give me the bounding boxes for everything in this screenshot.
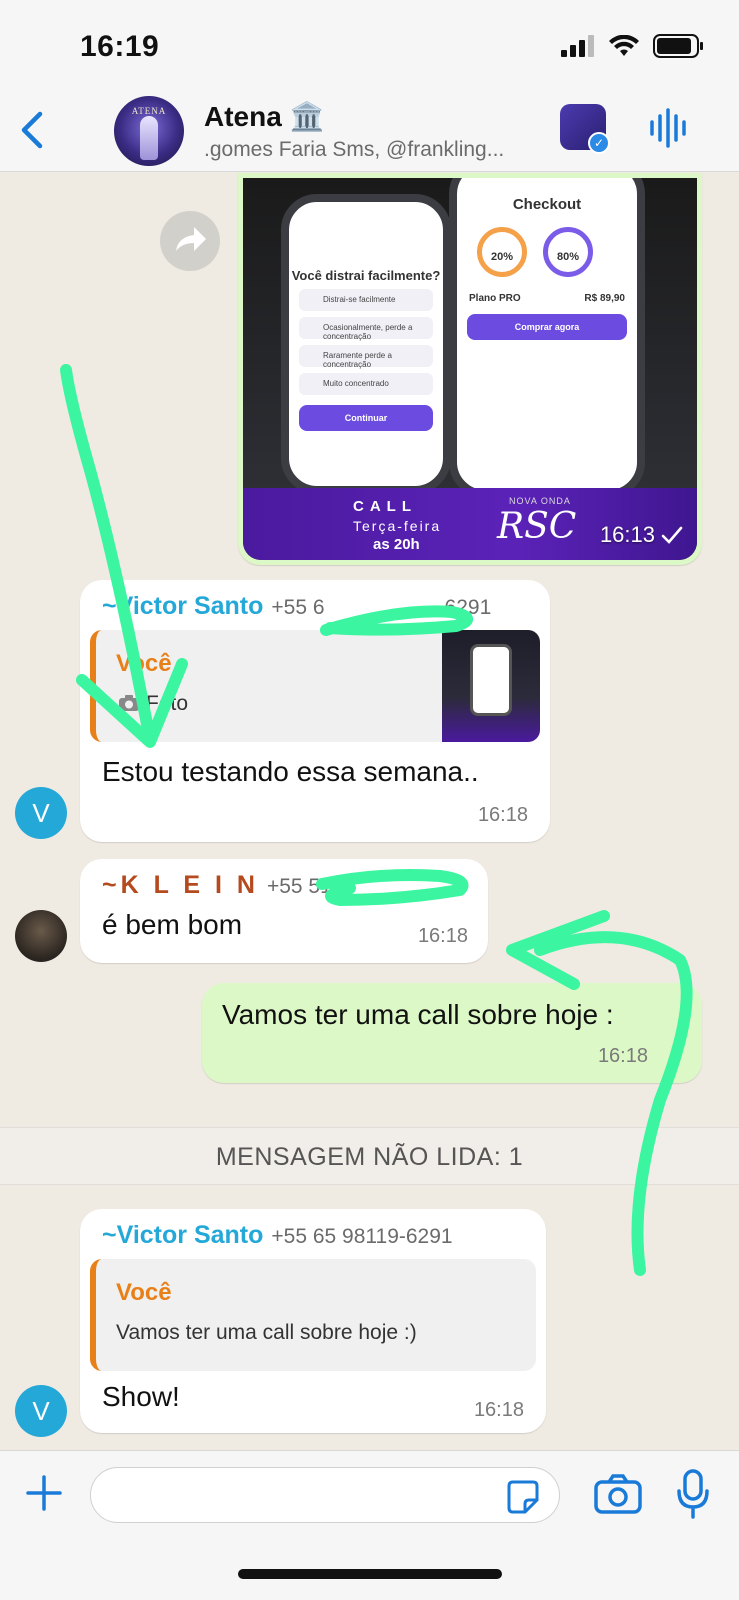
quiz-option: Muito concentrado	[299, 373, 433, 395]
community-app-icon[interactable]: ✓	[560, 104, 610, 154]
quiz-option: Distrai-se facilmente	[299, 289, 433, 311]
back-chevron-icon[interactable]	[14, 108, 54, 152]
chat-title[interactable]: Atena 🏛️	[204, 100, 324, 133]
message-victor-1[interactable]: ~Victor Santo +55 6 6291 Você Foto Estou t…	[80, 580, 550, 842]
message-text: Estou testando essa semana..	[102, 756, 479, 787]
status-icons	[561, 34, 705, 58]
avatar-victor[interactable]: V	[15, 1385, 67, 1437]
avatar-victor[interactable]: V	[15, 787, 67, 839]
banner-nova-onda: NOVA ONDA	[509, 496, 571, 506]
message-time: 16:18	[473, 1399, 524, 1421]
plan-price: R$ 89,90	[584, 293, 625, 304]
verified-check-icon: ✓	[588, 132, 610, 154]
checkout-title: Checkout	[512, 196, 582, 213]
sticker-icon[interactable]	[505, 1480, 541, 1514]
status-bar: 16:19	[0, 0, 739, 92]
message-text: Show!	[102, 1381, 180, 1412]
chat-header: ATENA Atena 🏛️ .gomes Faria Sms, @frankl…	[0, 92, 739, 172]
forward-arrow-icon	[176, 227, 206, 251]
thumbnail-phone	[470, 644, 512, 716]
home-indicator	[238, 1569, 502, 1579]
phone-mockup-left: Você distrai facilmente? Distrai-se faci…	[281, 194, 451, 494]
sender-phone-end: 6291	[444, 596, 492, 619]
quoted-message[interactable]: Você Foto	[90, 630, 540, 742]
quote-thumbnail[interactable]	[442, 630, 540, 742]
forward-button[interactable]	[160, 211, 220, 271]
banner-call: CALL	[353, 498, 417, 515]
message-time: 16:18	[597, 1045, 648, 1067]
sender-row: ~K L E I N +55 51	[102, 871, 332, 900]
quiz-option: Raramente perde a concentração	[299, 345, 433, 369]
message-victor-2[interactable]: ~Victor Santo +55 65 98119-6291 Você Vamo…	[80, 1209, 546, 1433]
quote-text: Foto	[146, 692, 189, 715]
group-avatar-text: ATENA	[131, 106, 167, 116]
quote-text: Vamos ter uma call sobre hoje :)	[116, 1321, 417, 1344]
quiz-title: Você distrai facilmente?	[291, 268, 441, 283]
banner-rsc-logo: RSC	[497, 506, 577, 547]
quiz-option: Ocasionalmente, perde a concentração	[299, 317, 433, 341]
message-text: é bem bom	[102, 909, 243, 940]
chat-area[interactable]: Você distrai facilmente? Distrai-se faci…	[0, 173, 739, 1450]
image-time: 16:13	[599, 522, 655, 547]
camera-small-icon	[119, 695, 139, 711]
status-time: 16:19	[80, 30, 160, 63]
message-input[interactable]	[90, 1467, 560, 1523]
sender-row: ~Victor Santo +55 6 6291	[102, 592, 491, 621]
microphone-icon[interactable]	[676, 1469, 710, 1519]
statue-shape	[140, 116, 158, 160]
message-time: 16:18	[477, 804, 528, 826]
signal-icon	[561, 35, 594, 57]
camera-icon[interactable]	[594, 1473, 642, 1515]
sender-phone: +55 51	[266, 875, 332, 898]
message-time: 16:18	[417, 925, 468, 947]
sender-phone: +55 6	[271, 596, 325, 619]
ring-20: 20%	[477, 227, 527, 277]
sender-name[interactable]: ~K L E I N	[102, 871, 259, 899]
banner-hour: as 20h	[373, 536, 420, 553]
continue-button-mockup: Continuar	[299, 405, 433, 431]
unread-divider: MENSAGEM NÃO LIDA: 1	[0, 1127, 739, 1185]
quote-author: Você	[116, 650, 172, 677]
voice-chat-icon[interactable]	[648, 106, 688, 150]
battery-icon	[653, 34, 703, 58]
quote-author: Você	[116, 1279, 172, 1306]
sender-phone: +55 65 98119-6291	[271, 1225, 453, 1248]
message-text: Vamos ter uma call sobre hoje :	[222, 999, 614, 1030]
chat-members[interactable]: .gomes Faria Sms, @frankling...	[204, 138, 534, 162]
ring-80: 80%	[543, 227, 593, 277]
quoted-message[interactable]: Você Vamos ter uma call sobre hoje :)	[90, 1259, 536, 1371]
buy-button-mockup: Comprar agora	[467, 314, 627, 340]
plan-row: Plano PRO R$ 89,90	[469, 293, 625, 304]
wifi-icon	[609, 35, 639, 56]
avatar-klein[interactable]	[15, 910, 67, 962]
sender-name[interactable]: ~Victor Santo	[102, 592, 263, 620]
message-outgoing[interactable]: Vamos ter uma call sobre hoje : 16:18	[202, 983, 702, 1083]
plus-icon[interactable]	[24, 1473, 64, 1513]
banner-day: Terça-feira	[353, 518, 442, 534]
input-bar	[0, 1450, 739, 1600]
sender-name[interactable]: ~Victor Santo	[102, 1221, 263, 1249]
image-message[interactable]: Você distrai facilmente? Distrai-se faci…	[238, 173, 702, 565]
sent-check-icon	[661, 526, 683, 544]
message-klein[interactable]: ~K L E I N +55 51 é bem bom 16:18	[80, 859, 488, 963]
group-avatar[interactable]: ATENA	[114, 96, 184, 166]
progress-rings: 20% 80%	[457, 213, 637, 277]
sender-row: ~Victor Santo +55 65 98119-6291	[102, 1221, 453, 1250]
plan-name: Plano PRO	[469, 293, 521, 304]
phone-mockup-right: Checkout 20% 80% Plano PRO R$ 89,90 Compr…	[449, 178, 645, 498]
image-timestamp: 16:13	[600, 522, 683, 548]
promo-image[interactable]: Você distrai facilmente? Distrai-se faci…	[243, 178, 697, 560]
